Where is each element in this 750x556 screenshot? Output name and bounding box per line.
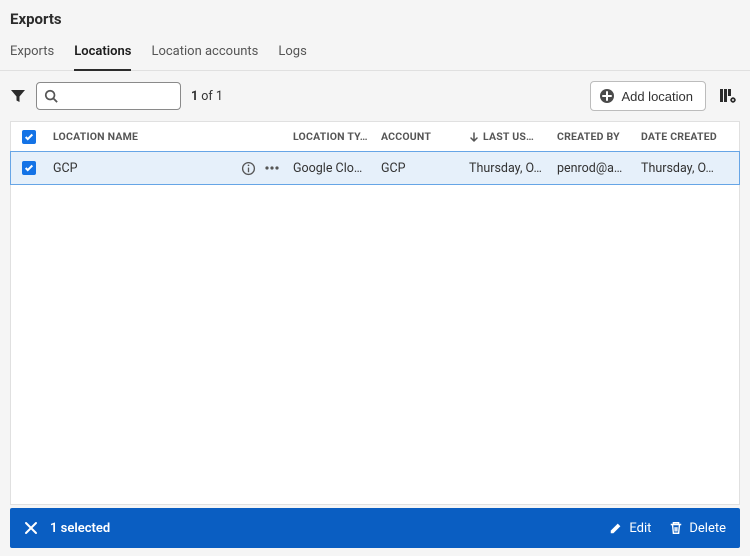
row-checkbox[interactable] [22, 161, 36, 175]
filter-icon[interactable] [10, 88, 26, 104]
cell-name: GCP [53, 161, 78, 176]
delete-button[interactable]: Delete [669, 521, 726, 536]
search-icon [44, 89, 58, 103]
col-header-account[interactable]: ACCOUNT [375, 130, 463, 143]
col-header-date-created[interactable]: DATE CREATED [635, 130, 731, 143]
page-title: Exports [0, 0, 750, 34]
toolbar: 1 of 1 Add location [0, 71, 750, 121]
tab-logs[interactable]: Logs [278, 34, 306, 70]
info-icon[interactable] [239, 161, 257, 176]
add-location-button[interactable]: Add location [590, 81, 706, 111]
result-counter: 1 of 1 [191, 89, 223, 104]
add-location-label: Add location [621, 89, 693, 104]
select-all-checkbox[interactable] [22, 130, 36, 144]
tab-exports[interactable]: Exports [10, 34, 54, 70]
trash-icon [669, 521, 683, 535]
col-header-name[interactable]: LOCATION NAME [47, 130, 287, 143]
col-header-type[interactable]: LOCATION TY… [287, 130, 375, 143]
tab-location-accounts[interactable]: Location accounts [151, 34, 258, 70]
col-header-created-by[interactable]: CREATED BY [551, 130, 635, 143]
columns-gear-icon [719, 87, 737, 105]
sort-desc-icon [469, 132, 479, 142]
edit-label: Edit [629, 521, 651, 536]
table-header-row: LOCATION NAME LOCATION TY… ACCOUNT LAST … [11, 122, 739, 152]
edit-button[interactable]: Edit [609, 521, 651, 536]
cell-date-created: Thursday, O… [635, 161, 731, 176]
clear-selection-button[interactable] [24, 521, 38, 535]
tab-bar: Exports Locations Location accounts Logs [0, 34, 750, 71]
close-icon [24, 521, 38, 535]
more-icon[interactable] [263, 160, 281, 176]
tab-locations[interactable]: Locations [74, 34, 131, 71]
pencil-icon [609, 521, 623, 535]
table-row[interactable]: GCP Google Clo… GCP Thursday, O… penrod@… [10, 151, 740, 185]
cell-created-by: penrod@ad… [551, 161, 635, 176]
cell-account: GCP [375, 161, 463, 176]
column-settings-button[interactable] [716, 84, 740, 108]
add-circle-icon [599, 88, 615, 104]
locations-table: LOCATION NAME LOCATION TY… ACCOUNT LAST … [10, 121, 740, 505]
check-icon [24, 163, 34, 173]
cell-last-used: Thursday, O… [463, 161, 551, 176]
cell-type: Google Clo… [287, 161, 375, 176]
selection-count-label: 1 selected [50, 521, 110, 536]
delete-label: Delete [689, 521, 726, 536]
selection-bar: 1 selected Edit Delete [10, 508, 740, 548]
col-header-last-used[interactable]: LAST US… [463, 130, 551, 143]
check-icon [24, 132, 34, 142]
